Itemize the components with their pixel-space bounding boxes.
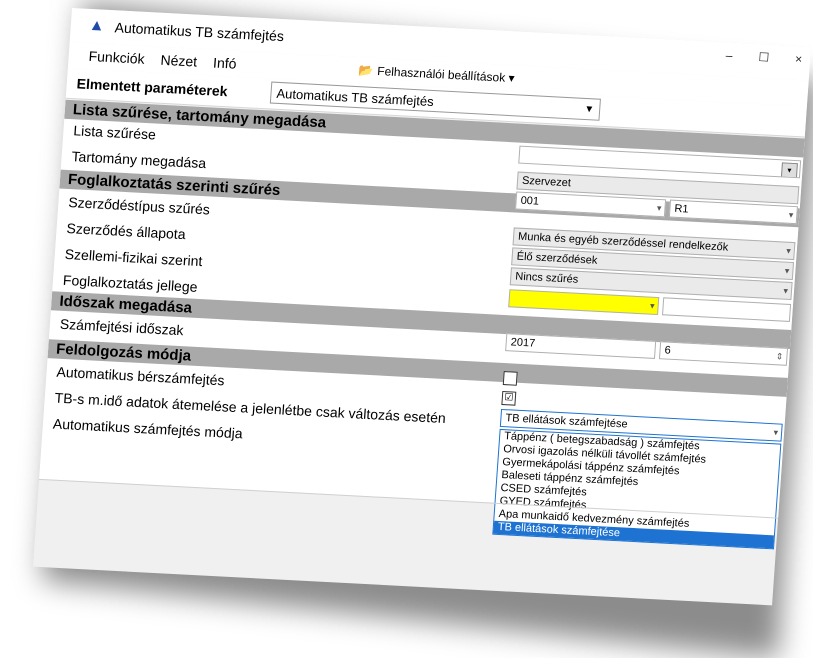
chevron-down-icon: ▾ <box>656 202 662 214</box>
menu-funkciok[interactable]: Funkciók <box>88 48 145 67</box>
honap-value: 6 <box>664 344 672 357</box>
app-icon: ▲ <box>88 16 106 35</box>
lista-filter-button[interactable]: ▾ <box>780 162 798 179</box>
label-idoszak: Számfejtési időszak <box>59 315 185 339</box>
label-auto-ber: Automatikus bérszámfejtés <box>56 363 226 389</box>
szerz-allapot-value: Élő szerződések <box>516 250 598 267</box>
app-window: ▲ Automatikus TB számfejtés – ☐ × Funkci… <box>32 8 812 606</box>
label-tartomany: Tartomány megadása <box>71 148 207 172</box>
menu-nezet[interactable]: Nézet <box>160 52 198 70</box>
chevron-down-icon: ▾ <box>784 265 790 276</box>
tartomany-from-value: 001 <box>520 194 540 208</box>
label-lista: Lista szűrése <box>72 122 157 143</box>
saved-params-value: Automatikus TB számfejtés <box>276 85 435 110</box>
close-button[interactable]: × <box>795 52 803 66</box>
stepper-icon: ⇕ <box>775 351 784 362</box>
label-auto-mod: Automatikus számfejtés módja <box>52 415 244 442</box>
auto-ber-checkbox[interactable] <box>502 371 518 386</box>
window-title: Automatikus TB számfejtés <box>114 19 285 45</box>
folder-icon: 📂 <box>357 63 374 78</box>
chevron-down-icon: ▾ <box>649 300 655 311</box>
minimize-button[interactable]: – <box>725 48 733 62</box>
jelleg-extra-field[interactable] <box>662 297 792 322</box>
auto-mod-value: TB ellátások számfejtése <box>505 412 628 431</box>
saved-params-label: Elmentett paraméterek <box>76 75 229 100</box>
tartomany-to-value: R1 <box>674 202 689 216</box>
label-szerz-allapot: Szerződés állapota <box>66 220 187 243</box>
szellemi-value: Nincs szűrés <box>514 270 579 286</box>
jelleg-select[interactable]: ▾ <box>508 289 660 316</box>
label-jelleg: Foglalkoztatás jellege <box>62 271 199 295</box>
auto-mod-dropdown: Táppénz ( betegszabadság ) számfejtés Or… <box>492 428 782 550</box>
chevron-down-icon: ▾ <box>773 427 779 438</box>
chevron-down-icon: ▾ <box>788 209 794 220</box>
maximize-button[interactable]: ☐ <box>758 50 770 65</box>
chevron-down-icon: ▾ <box>785 245 792 256</box>
label-szellemi: Szellemi-fizikai szerint <box>64 245 203 270</box>
menu-info[interactable]: Infó <box>213 54 237 71</box>
label-szerz-tipus: Szerződéstípus szűrés <box>67 194 211 218</box>
chevron-down-icon: ▾ <box>783 285 789 296</box>
chevron-down-icon: ▼ <box>583 103 595 116</box>
tb-mido-checkbox[interactable]: ☑ <box>501 390 517 406</box>
